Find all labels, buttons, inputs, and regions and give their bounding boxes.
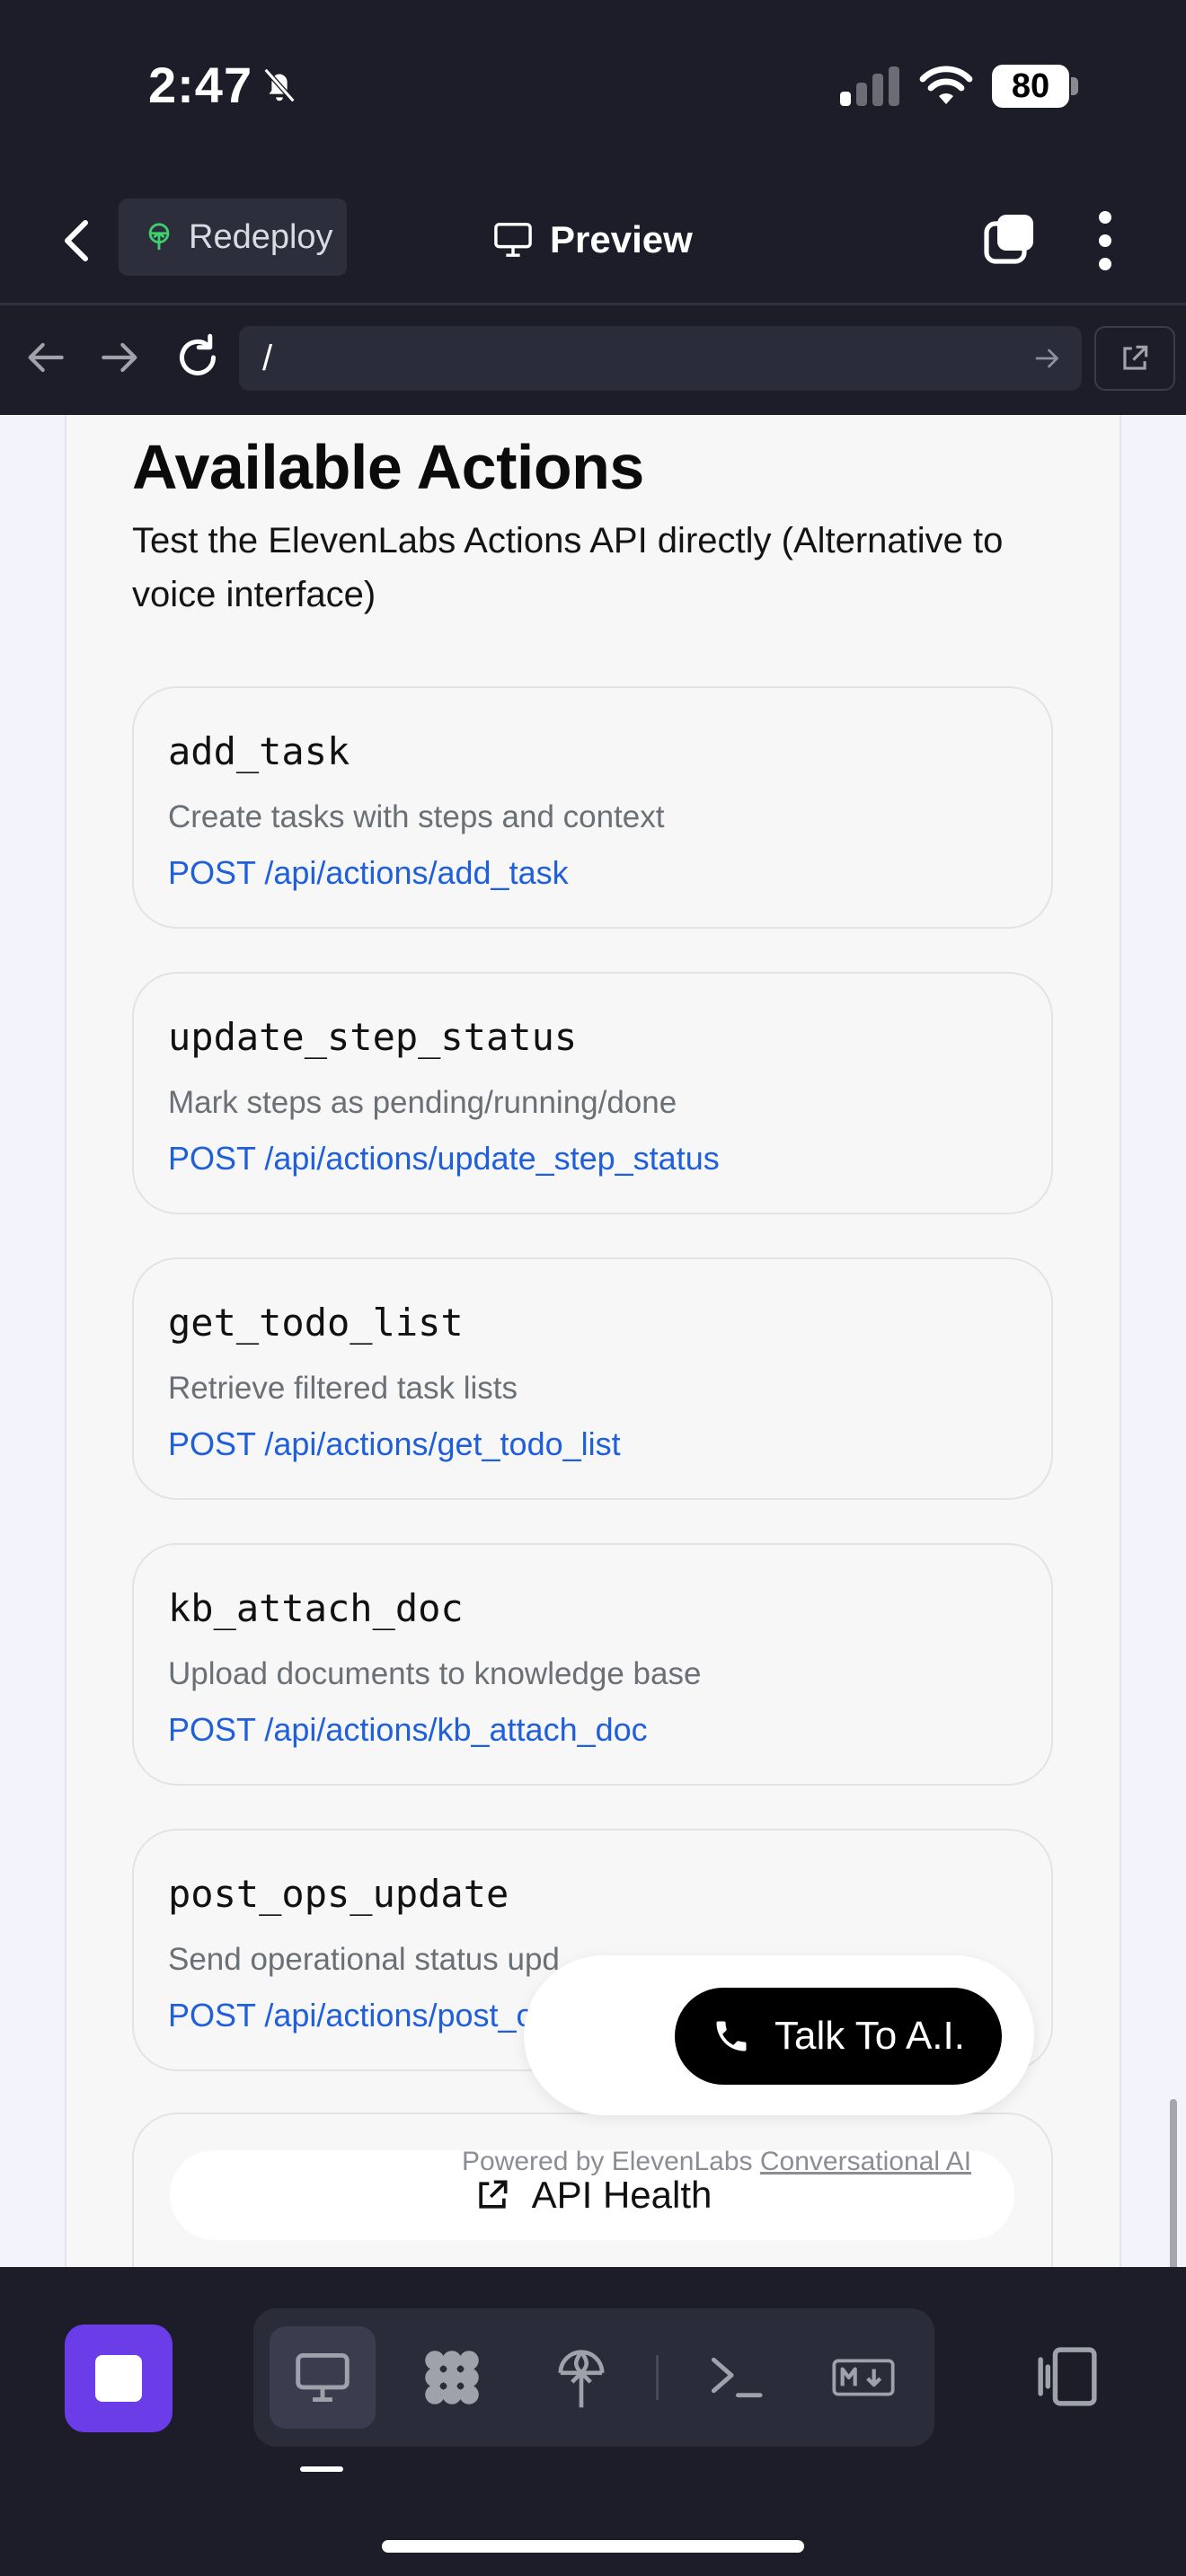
conversational-ai-link[interactable]: Conversational AI [760, 2147, 971, 2176]
tool-markdown[interactable] [810, 2326, 916, 2429]
action-card-kb-attach-doc[interactable]: kb_attach_doc Upload documents to knowle… [132, 1543, 1053, 1786]
voice-widget: Talk To A.I. [524, 1955, 1034, 2115]
open-external-button[interactable] [1094, 326, 1175, 391]
terminal-icon [711, 2357, 763, 2398]
active-tool-indicator [300, 2466, 343, 2472]
monitor-icon [494, 223, 532, 257]
section-title: Available Actions [132, 432, 644, 502]
action-description: Upload documents to knowledge base [168, 1656, 702, 1691]
tool-group [253, 2308, 934, 2447]
action-endpoint: POST /api/actions/add_task [168, 854, 569, 891]
deploy-icon [558, 2350, 605, 2408]
more-vertical-icon[interactable] [1087, 205, 1123, 277]
action-card-get-todo-list[interactable]: get_todo_list Retrieve filtered task lis… [132, 1257, 1053, 1500]
panel-toggle-icon[interactable] [1033, 2342, 1102, 2411]
chevron-left-icon [65, 220, 88, 261]
preview-title: Preview [492, 208, 693, 271]
action-name: update_step_status [168, 1015, 578, 1059]
tool-shell[interactable] [683, 2326, 789, 2429]
redeploy-label: Redeploy [189, 217, 333, 256]
action-name: kb_attach_doc [168, 1586, 464, 1630]
api-health-card: API Health [132, 2113, 1053, 2267]
markdown-icon [832, 2359, 895, 2396]
phone-icon [716, 2021, 747, 2051]
tool-workspace[interactable] [399, 2326, 505, 2429]
action-name: add_task [168, 729, 350, 773]
go-arrow-icon[interactable] [1031, 342, 1064, 375]
external-link-icon [1123, 345, 1148, 370]
action-description: Retrieve filtered task lists [168, 1371, 518, 1406]
action-description: Create tasks with steps and context [168, 799, 665, 834]
app-header: Redeploy Preview [0, 171, 1186, 305]
powered-by-label: Powered by ElevenLabs [462, 2147, 753, 2176]
url-field[interactable]: / [239, 326, 1082, 391]
scrollbar-thumb[interactable] [1170, 2099, 1177, 2267]
bottom-toolbar [0, 2267, 1186, 2576]
arrow-right-icon[interactable] [95, 332, 146, 383]
powered-by-text: Powered by ElevenLabs Conversational AI [462, 2147, 971, 2177]
talk-to-ai-button[interactable]: Talk To A.I. [675, 1988, 1002, 2085]
wifi-icon [919, 66, 973, 104]
url-text: / [262, 338, 273, 378]
action-endpoint: POST /api/actions/get_todo_list [168, 1425, 621, 1462]
action-description: Send operational status upd [168, 1942, 560, 1977]
battery-cap [1071, 77, 1078, 95]
browser-bar: / [0, 305, 1186, 415]
stop-button[interactable] [65, 2325, 173, 2432]
home-indicator [382, 2540, 804, 2553]
stop-icon [95, 2355, 142, 2402]
action-card-update-step-status[interactable]: update_step_status Mark steps as pending… [132, 972, 1053, 1214]
action-card-add-task[interactable]: add_task Create tasks with steps and con… [132, 686, 1053, 929]
web-content: Available Actions Test the ElevenLabs Ac… [0, 415, 1186, 2267]
redeploy-button[interactable]: Redeploy [119, 198, 347, 276]
toolbar-divider [656, 2355, 659, 2400]
tool-preview[interactable] [270, 2326, 376, 2429]
tabs-icon[interactable] [981, 209, 1039, 267]
action-endpoint: POST /api/actions/kb_attach_doc [168, 1711, 648, 1748]
battery-indicator: 80 [992, 65, 1069, 108]
reload-icon[interactable] [171, 331, 225, 384]
bell-muted-icon [263, 67, 296, 103]
cellular-signal-icon [840, 66, 899, 106]
api-health-label: API Health [531, 2174, 712, 2216]
status-time: 2:47 [148, 57, 253, 113]
monitor-icon [296, 2353, 350, 2402]
action-name: get_todo_list [168, 1301, 464, 1345]
talk-to-ai-label: Talk To A.I. [774, 2014, 965, 2058]
external-link-icon [478, 2180, 508, 2209]
preview-title-label: Preview [550, 218, 693, 260]
action-description: Mark steps as pending/running/done [168, 1085, 677, 1120]
back-button[interactable] [45, 209, 108, 272]
action-name: post_ops_update [168, 1872, 509, 1916]
deploy-icon [148, 223, 170, 251]
action-endpoint: POST /api/actions/post_o [168, 1997, 535, 2033]
section-description: Test the ElevenLabs Actions API directly… [132, 521, 1004, 614]
action-endpoint: POST /api/actions/update_step_status [168, 1140, 720, 1177]
arrow-left-icon[interactable] [20, 332, 70, 383]
status-bar: 2:47 80 [0, 0, 1186, 171]
tool-deploy[interactable] [528, 2326, 634, 2429]
grid-blob-icon [425, 2351, 479, 2404]
